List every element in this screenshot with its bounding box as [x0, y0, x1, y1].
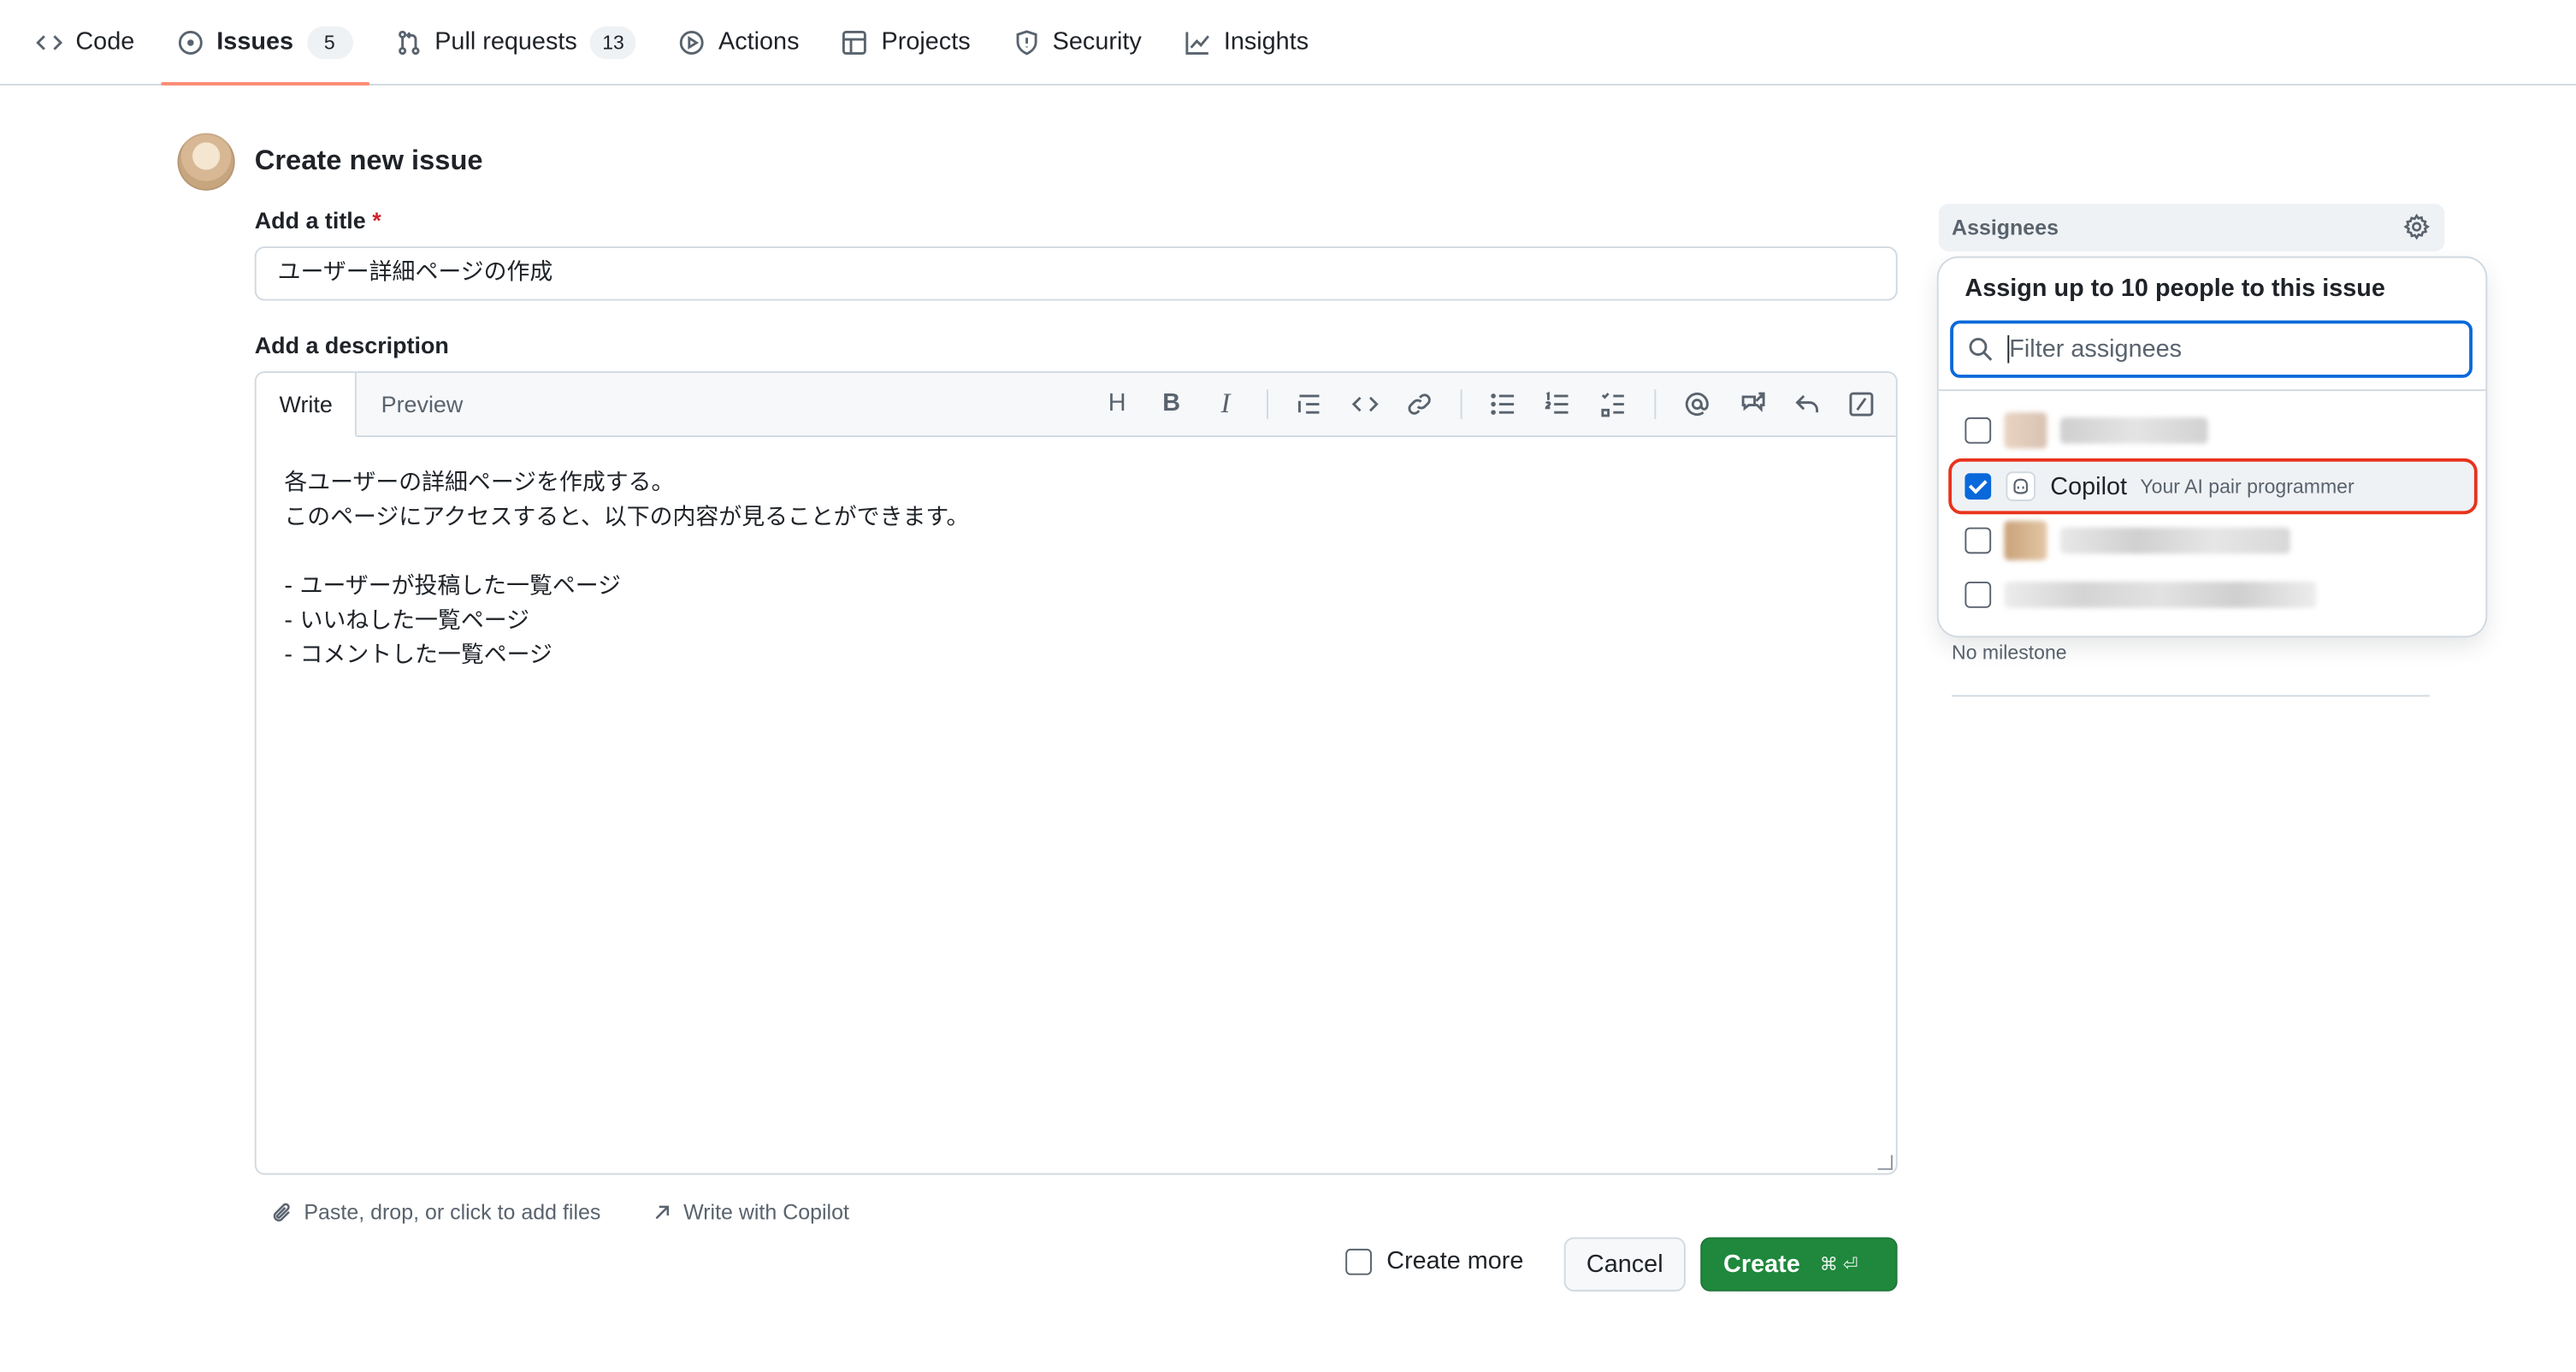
assignee-dropdown: Assign up to 10 people to this issue Fil…: [1938, 257, 2486, 636]
description-editor: Write Preview H B I 各ユーザーの詳細ページを作成する。 この…: [254, 371, 1898, 1175]
write-with-copilot[interactable]: Write with Copilot: [651, 1199, 849, 1224]
paperclip-icon: [273, 1202, 290, 1221]
editor-toolbar: Write Preview H B I: [256, 373, 1896, 437]
create-more-box[interactable]: [1345, 1247, 1372, 1274]
assignees-header[interactable]: Assignees: [1938, 204, 2445, 251]
assignee-checkbox[interactable]: [1964, 582, 1992, 608]
bold-icon[interactable]: B: [1155, 387, 1187, 420]
redacted-username: [2059, 417, 2208, 444]
create-more-label: Create more: [1386, 1246, 1524, 1275]
unordered-list-icon[interactable]: [1486, 387, 1519, 420]
mention-icon[interactable]: [1681, 387, 1713, 420]
tab-label: Insights: [1223, 27, 1309, 56]
toolbar-divider: [1460, 389, 1462, 419]
cross-reference-icon[interactable]: [1736, 387, 1769, 420]
tab-actions[interactable]: Actions: [663, 12, 816, 71]
tab-label: Pull requests: [434, 27, 577, 56]
description-label: Add a description: [254, 332, 449, 358]
git-pull-request-icon: [398, 29, 419, 55]
milestone-value: No milestone: [1952, 641, 2067, 665]
redacted-username: [2004, 582, 2317, 608]
create-more-checkbox[interactable]: Create more: [1345, 1247, 1523, 1275]
reply-icon[interactable]: [1791, 387, 1823, 420]
shield-icon: [1015, 29, 1037, 55]
assignee-description: Your AI pair programmer: [2140, 475, 2354, 499]
avatar[interactable]: [177, 133, 235, 191]
filter-assignees-input[interactable]: Filter assignees: [1950, 320, 2473, 378]
tab-label: Security: [1052, 27, 1142, 56]
title-label: Add a title *: [255, 207, 381, 234]
search-icon: [1969, 338, 1993, 361]
gear-icon[interactable]: [2403, 213, 2430, 240]
assignee-checkbox[interactable]: [1964, 527, 1992, 554]
assignee-name: Copilot: [2050, 472, 2128, 500]
assignee-option-copilot[interactable]: Copilot Your AI pair programmer: [1948, 458, 2478, 515]
play-icon: [680, 30, 705, 54]
description-textarea[interactable]: 各ユーザーの詳細ページを作成する。 このページにアクセスすると、以下の内容が見る…: [257, 437, 1896, 703]
issue-opened-icon: [178, 30, 203, 54]
tab-insights[interactable]: Insights: [1168, 12, 1326, 71]
arrow-up-right-icon: [655, 1204, 670, 1219]
code-icon: [36, 34, 62, 50]
resize-handle[interactable]: [1877, 1155, 1893, 1170]
title-input[interactable]: ユーザー詳細ページの作成: [254, 246, 1898, 301]
tab-projects[interactable]: Projects: [825, 12, 987, 71]
copilot-icon: [2006, 471, 2036, 501]
tab-write[interactable]: Write: [256, 373, 357, 437]
slash-command-icon[interactable]: [1845, 387, 1877, 420]
toolbar-divider: [1267, 389, 1268, 419]
create-button[interactable]: Create ⌘ ⏎: [1700, 1237, 1898, 1292]
tab-label: Code: [75, 27, 135, 56]
create-shortcut: ⌘ ⏎: [1819, 1255, 1858, 1275]
task-list-icon[interactable]: [1597, 387, 1629, 420]
ordered-list-icon[interactable]: [1541, 387, 1574, 420]
tab-security[interactable]: Security: [996, 12, 1158, 71]
assignee-option[interactable]: [1952, 516, 2474, 565]
sidebar-divider: [1952, 695, 2431, 697]
assignee-option[interactable]: [1952, 571, 2474, 620]
avatar: [2004, 520, 2047, 561]
tab-label: Issues: [216, 27, 294, 56]
page: Code Issues 5 Pull requests 13 Actions P…: [0, 0, 2576, 1372]
link-icon[interactable]: [1403, 387, 1435, 420]
cancel-button[interactable]: Cancel: [1563, 1237, 1686, 1292]
attach-files-label: Paste, drop, or click to add files: [304, 1199, 601, 1225]
table-icon: [842, 30, 867, 54]
avatar: [2004, 412, 2047, 449]
graph-icon: [1185, 31, 1209, 54]
assignee-option[interactable]: [1952, 405, 2474, 455]
repo-nav: Code Issues 5 Pull requests 13 Actions P…: [0, 0, 2576, 86]
required-mark: *: [372, 207, 381, 234]
dropdown-divider: [1938, 389, 2486, 392]
assignee-checkbox-checked[interactable]: [1964, 473, 1992, 500]
filter-placeholder: Filter assignees: [2009, 334, 2183, 364]
assignees-label: Assignees: [1952, 215, 2059, 240]
quote-icon[interactable]: [1293, 387, 1326, 420]
italic-icon[interactable]: I: [1209, 387, 1242, 420]
create-button-label: Create: [1723, 1250, 1800, 1279]
assignee-checkbox[interactable]: [1964, 417, 1992, 444]
tab-preview[interactable]: Preview: [358, 373, 486, 435]
tab-pull-requests[interactable]: Pull requests 13: [379, 12, 653, 71]
issues-count: 5: [306, 25, 353, 59]
page-title: Create new issue: [254, 145, 483, 176]
tab-code[interactable]: Code: [20, 12, 151, 71]
heading-icon[interactable]: H: [1101, 387, 1133, 420]
code-icon[interactable]: [1349, 387, 1381, 420]
write-with-copilot-label: Write with Copilot: [683, 1199, 849, 1225]
dropdown-title: Assign up to 10 people to this issue: [1964, 274, 2385, 303]
tab-label: Projects: [881, 27, 971, 56]
title-label-text: Add a title: [254, 207, 366, 234]
tab-label: Actions: [718, 27, 800, 56]
toolbar-divider: [1654, 389, 1657, 419]
redacted-username: [2059, 527, 2290, 554]
attach-files[interactable]: Paste, drop, or click to add files: [271, 1199, 600, 1224]
pull-requests-count: 13: [590, 25, 636, 59]
tab-issues[interactable]: Issues 5: [160, 12, 369, 85]
